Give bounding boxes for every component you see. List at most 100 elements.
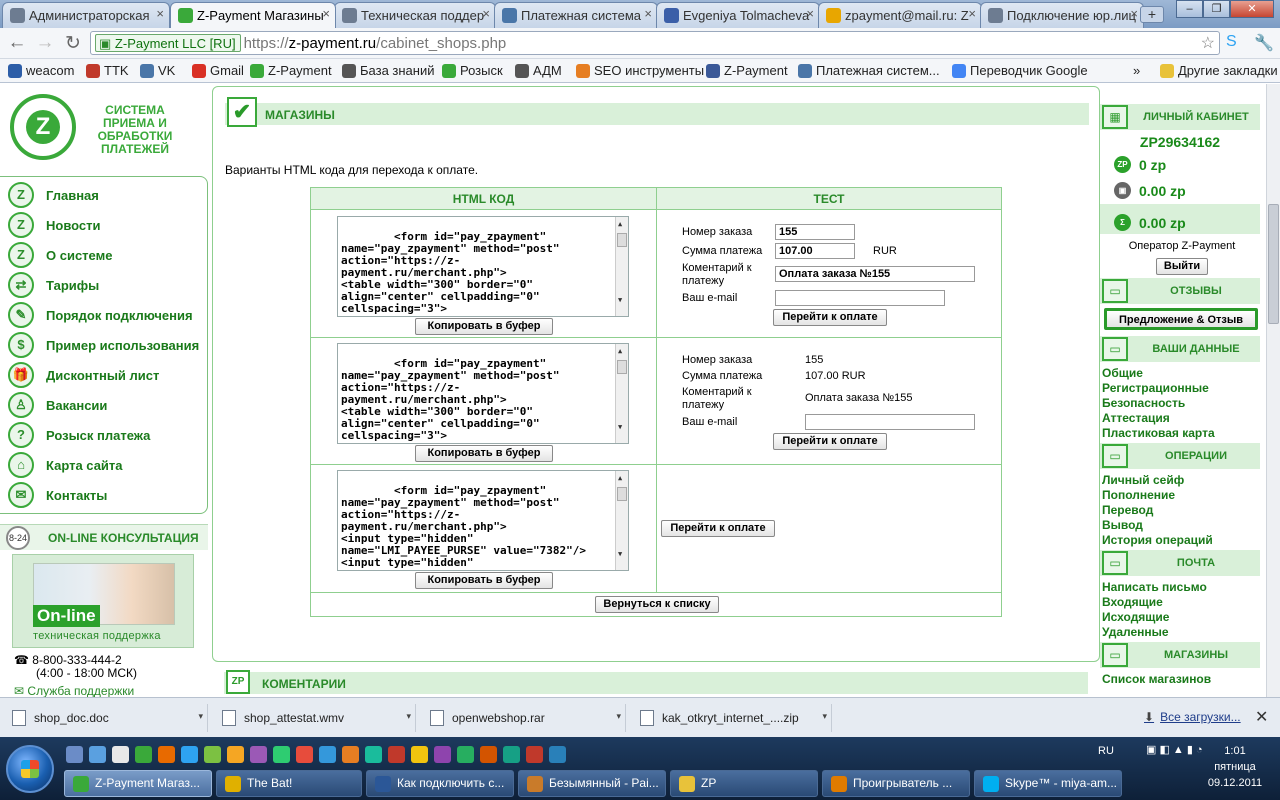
textarea-scrollbar[interactable]: ▲ ▼: [615, 344, 628, 443]
sidebar-link[interactable]: Аттестация: [1102, 411, 1170, 425]
dropdown-arrow-icon[interactable]: ▾: [616, 711, 621, 722]
taskbar-button[interactable]: The Bat!: [216, 770, 362, 797]
go-to-payment-button[interactable]: Перейти к оплате: [661, 520, 775, 537]
logout-button[interactable]: Выйти: [1156, 258, 1208, 275]
taskbar-button[interactable]: ZP: [670, 770, 818, 797]
quick-launch-icon[interactable]: [273, 746, 290, 763]
bookmark-item[interactable]: Переводчик Google: [952, 63, 1088, 78]
nav-item[interactable]: ZО системе: [8, 241, 112, 269]
textarea-scrollbar[interactable]: ▲ ▼: [615, 217, 628, 316]
nav-item[interactable]: ✉ Контакты: [8, 481, 107, 509]
html-code-textarea[interactable]: <form id="pay_zpayment" name="pay_zpayme…: [337, 470, 629, 571]
html-code-textarea[interactable]: <form id="pay_zpayment" name="pay_zpayme…: [337, 216, 629, 317]
feedback-button[interactable]: Предложение & Отзыв: [1104, 308, 1258, 330]
close-tab-icon[interactable]: ×: [968, 6, 976, 21]
quick-launch-icon[interactable]: [526, 746, 543, 763]
quick-launch-icon[interactable]: [158, 746, 175, 763]
system-clock[interactable]: 1:01 пятница 09.12.2011: [1195, 743, 1275, 791]
quick-launch-icon[interactable]: [388, 746, 405, 763]
quick-launch-icon[interactable]: [227, 746, 244, 763]
back-to-list-button[interactable]: Вернуться к списку: [595, 596, 719, 613]
browser-tab[interactable]: Подключение юр.лиц ×: [980, 2, 1144, 28]
sidebar-link[interactable]: Личный сейф: [1102, 473, 1184, 487]
quick-launch-icon[interactable]: [204, 746, 221, 763]
email-input[interactable]: [775, 290, 945, 306]
support-service-link[interactable]: ✉ Служба поддержки: [14, 684, 134, 697]
bookmark-item[interactable]: Платежная систем...: [798, 63, 940, 78]
quick-launch-icon[interactable]: [250, 746, 267, 763]
quick-launch-icon[interactable]: [296, 746, 313, 763]
bookmark-item[interactable]: TTK: [86, 63, 129, 78]
html-code-textarea[interactable]: <form id="pay_zpayment" name="pay_zpayme…: [337, 343, 629, 444]
dropdown-arrow-icon[interactable]: ▾: [406, 711, 411, 722]
download-item[interactable]: kak_otkryt_internet_....zip ▾: [628, 704, 832, 732]
page-scrollbar[interactable]: [1266, 84, 1280, 697]
sidebar-link[interactable]: Безопасность: [1102, 396, 1185, 410]
bookmark-item[interactable]: SEO инструменты: [576, 63, 704, 78]
bookmarks-overflow-icon[interactable]: »: [1133, 63, 1140, 78]
copy-to-clipboard-button[interactable]: Копировать в буфер: [415, 572, 553, 589]
sidebar-link[interactable]: Удаленные: [1102, 625, 1169, 639]
dropdown-arrow-icon[interactable]: ▾: [822, 711, 827, 722]
quick-launch-icon[interactable]: [342, 746, 359, 763]
quick-launch-icon[interactable]: [365, 746, 382, 763]
copy-to-clipboard-button[interactable]: Копировать в буфер: [415, 445, 553, 462]
nav-item[interactable]: $ Пример использования: [8, 331, 199, 359]
nav-item[interactable]: Z Новости: [8, 211, 101, 239]
forward-icon[interactable]: →: [34, 32, 56, 54]
browser-tab[interactable]: Техническая поддер ×: [334, 2, 496, 28]
close-tab-icon[interactable]: ×: [806, 6, 814, 21]
new-tab-button[interactable]: +: [1140, 6, 1164, 23]
close-tab-icon[interactable]: ×: [1130, 6, 1138, 21]
go-to-payment-button[interactable]: Перейти к оплате: [773, 433, 887, 450]
download-item[interactable]: shop_doc.doc ▾: [0, 704, 208, 732]
ev-certificate-badge[interactable]: ▣ Z-Payment LLC [RU]: [95, 34, 241, 52]
sidebar-link[interactable]: Входящие: [1102, 595, 1163, 609]
email-input[interactable]: [805, 414, 975, 430]
close-tab-icon[interactable]: ×: [644, 6, 652, 21]
quick-launch-icon[interactable]: [411, 746, 428, 763]
online-support-banner[interactable]: On-line техническая поддержка: [12, 554, 194, 648]
sidebar-link[interactable]: Пластиковая карта: [1102, 426, 1215, 440]
taskbar-button[interactable]: Z-Payment Магаз...: [64, 770, 212, 797]
sidebar-link[interactable]: Пополнение: [1102, 488, 1175, 502]
bookmark-item[interactable]: Z-Payment: [706, 63, 788, 78]
payment-sum-input[interactable]: 107.00: [775, 243, 855, 259]
taskbar-button[interactable]: Безымянный - Pai...: [518, 770, 666, 797]
sidebar-link[interactable]: История операций: [1102, 533, 1213, 547]
browser-tab[interactable]: Z-Payment Магазины ×: [170, 2, 336, 28]
nav-item[interactable]: ✎ Порядок подключения: [8, 301, 193, 329]
other-bookmarks[interactable]: Другие закладки: [1160, 63, 1278, 78]
start-button[interactable]: [6, 745, 54, 793]
download-item[interactable]: openwebshop.rar ▾: [418, 704, 626, 732]
bookmark-item[interactable]: Розыск: [442, 63, 503, 78]
close-tab-icon[interactable]: ×: [156, 6, 164, 21]
bookmark-item[interactable]: VK: [140, 63, 175, 78]
quick-launch-icon[interactable]: [66, 746, 83, 763]
taskbar-button[interactable]: Проигрыватель ...: [822, 770, 970, 797]
reload-icon[interactable]: ↻: [62, 32, 84, 55]
quick-launch-icon[interactable]: [89, 746, 106, 763]
sidebar-link[interactable]: Написать письмо: [1102, 580, 1207, 594]
quick-launch-icon[interactable]: [434, 746, 451, 763]
nav-item[interactable]: 🎁 Дисконтный лист: [8, 361, 159, 389]
browser-tab[interactable]: Платежная система ×: [494, 2, 658, 28]
nav-item[interactable]: ⇄ Тарифы: [8, 271, 99, 299]
textarea-scrollbar[interactable]: ▲ ▼: [615, 471, 628, 570]
dropdown-arrow-icon[interactable]: ▾: [198, 711, 203, 722]
language-indicator[interactable]: RU: [1098, 745, 1114, 757]
close-downloads-icon[interactable]: ✕: [1255, 707, 1268, 727]
bookmark-item[interactable]: weacom: [8, 63, 74, 78]
sidebar-link[interactable]: Регистрационные: [1102, 381, 1209, 395]
skype-extension-icon[interactable]: S: [1226, 33, 1237, 51]
close-window-button[interactable]: ✕: [1230, 0, 1274, 18]
taskbar-button[interactable]: Skype™ - miya-am...: [974, 770, 1122, 797]
bookmark-item[interactable]: АДМ: [515, 63, 562, 78]
browser-tab[interactable]: zpayment@mail.ru: Z ×: [818, 2, 982, 28]
copy-to-clipboard-button[interactable]: Копировать в буфер: [415, 318, 553, 335]
quick-launch-icon[interactable]: [181, 746, 198, 763]
address-bar[interactable]: ▣ Z-Payment LLC [RU] https://z-payment.ru…: [90, 31, 1220, 55]
taskbar-button[interactable]: Как подключить с...: [366, 770, 514, 797]
bookmark-item[interactable]: Z-Payment: [250, 63, 332, 78]
quick-launch-icon[interactable]: [480, 746, 497, 763]
